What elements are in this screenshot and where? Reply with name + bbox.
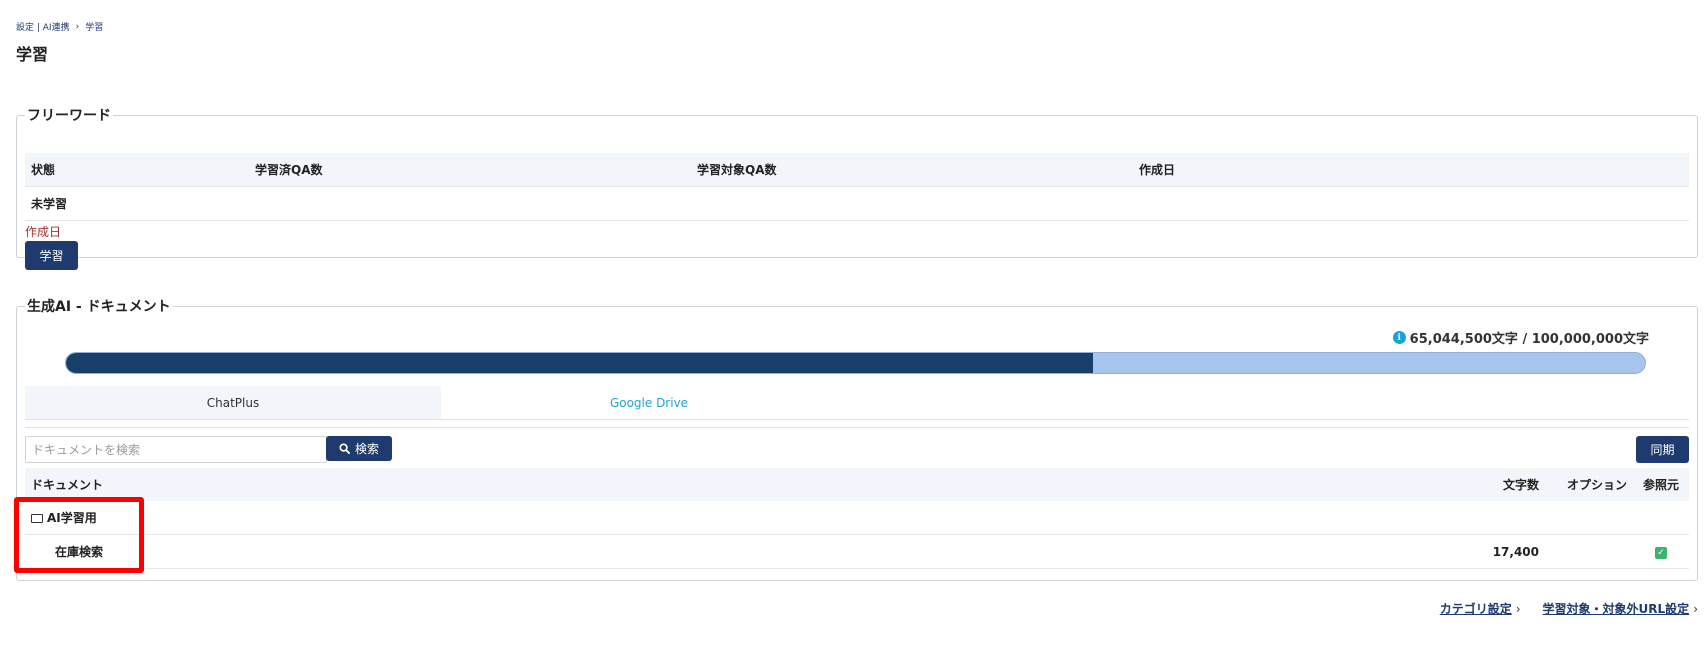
status-cell: 未学習 (25, 186, 249, 221)
usage-progress-bar (65, 352, 1646, 374)
folder-open-icon (31, 514, 43, 523)
learned-qa-cell (249, 186, 691, 221)
sync-button[interactable]: 同期 (1636, 436, 1689, 463)
document-header-row: ドキュメント 文字数 オプション 参照元 (25, 468, 1689, 501)
genai-legend: 生成AI - ドキュメント (27, 299, 171, 315)
freeword-header-row: 状態 学習済QA数 学習対象QA数 作成日 (25, 153, 1689, 187)
freeword-legend: フリーワード (27, 108, 111, 124)
usage-text: 65,044,500文字 / 100,000,000文字 (1409, 332, 1649, 347)
breadcrumb-parent[interactable]: 設定 | AI連携 (16, 20, 70, 33)
usage-indicator: i 65,044,500文字 / 100,000,000文字 (1392, 328, 1649, 347)
document-name-cell: 在庫検索 (25, 534, 1463, 569)
learn-button[interactable]: 学習 (25, 241, 78, 270)
column-header-option: オプション (1545, 468, 1633, 501)
document-table: ドキュメント 文字数 オプション 参照元 AI学習用 在庫検索 17,400 ✓ (25, 468, 1689, 569)
column-header-reference: 参照元 (1633, 468, 1689, 501)
tab-divider (25, 427, 1689, 428)
info-icon[interactable]: i (1392, 331, 1406, 344)
chevron-right-icon: › (1693, 602, 1698, 616)
category-settings-link[interactable]: カテゴリ設定 › (1440, 600, 1521, 617)
column-header-chars: 文字数 (1463, 468, 1545, 501)
search-icon (339, 443, 350, 454)
column-header-document: ドキュメント (25, 468, 1463, 501)
breadcrumb: 設定 | AI連携 › 学習 (16, 20, 104, 34)
page-title: 学習 (16, 45, 49, 64)
option-cell (1545, 534, 1633, 569)
target-qa-cell (691, 186, 1133, 221)
genai-document-panel: 生成AI - ドキュメント i 65,044,500文字 / 100,000,0… (16, 296, 1698, 581)
folder-cell: AI学習用 (25, 501, 1689, 535)
breadcrumb-current: 学習 (85, 23, 104, 33)
search-button-label: 検索 (354, 442, 379, 456)
footer-links: カテゴリ設定 › 学習対象・対象外URL設定 › (1440, 600, 1698, 617)
source-tabs: ChatPlus Google Drive (25, 386, 1689, 420)
column-header-status: 状態 (25, 153, 249, 187)
document-search-input[interactable] (25, 436, 327, 463)
tab-chatplus[interactable]: ChatPlus (25, 386, 441, 419)
search-button[interactable]: 検索 (326, 436, 392, 461)
folder-row[interactable]: AI学習用 (25, 501, 1689, 535)
reference-cell: ✓ (1633, 534, 1689, 569)
url-settings-link[interactable]: 学習対象・対象外URL設定 › (1543, 600, 1698, 617)
tab-google-drive[interactable]: Google Drive (441, 386, 857, 419)
chevron-right-icon: › (1515, 602, 1521, 616)
created-date-label: 作成日 (25, 225, 62, 239)
checkbox-checked-icon[interactable]: ✓ (1655, 547, 1667, 559)
breadcrumb-separator: › (75, 21, 80, 32)
chars-cell: 17,400 (1463, 534, 1545, 569)
usage-progress-fill (66, 353, 1094, 373)
folder-name: AI学習用 (47, 511, 97, 525)
table-row[interactable]: 在庫検索 17,400 ✓ (25, 534, 1689, 569)
column-header-target-qa: 学習対象QA数 (691, 153, 1133, 187)
column-header-created: 作成日 (1133, 153, 1689, 187)
column-header-learned-qa: 学習済QA数 (249, 153, 691, 187)
freeword-panel: フリーワード 状態 学習済QA数 学習対象QA数 作成日 未学習 作成日 学習 (16, 105, 1698, 270)
table-row: 未学習 (25, 186, 1689, 221)
freeword-table: 状態 学習済QA数 学習対象QA数 作成日 未学習 (25, 153, 1689, 221)
created-cell (1133, 186, 1689, 221)
